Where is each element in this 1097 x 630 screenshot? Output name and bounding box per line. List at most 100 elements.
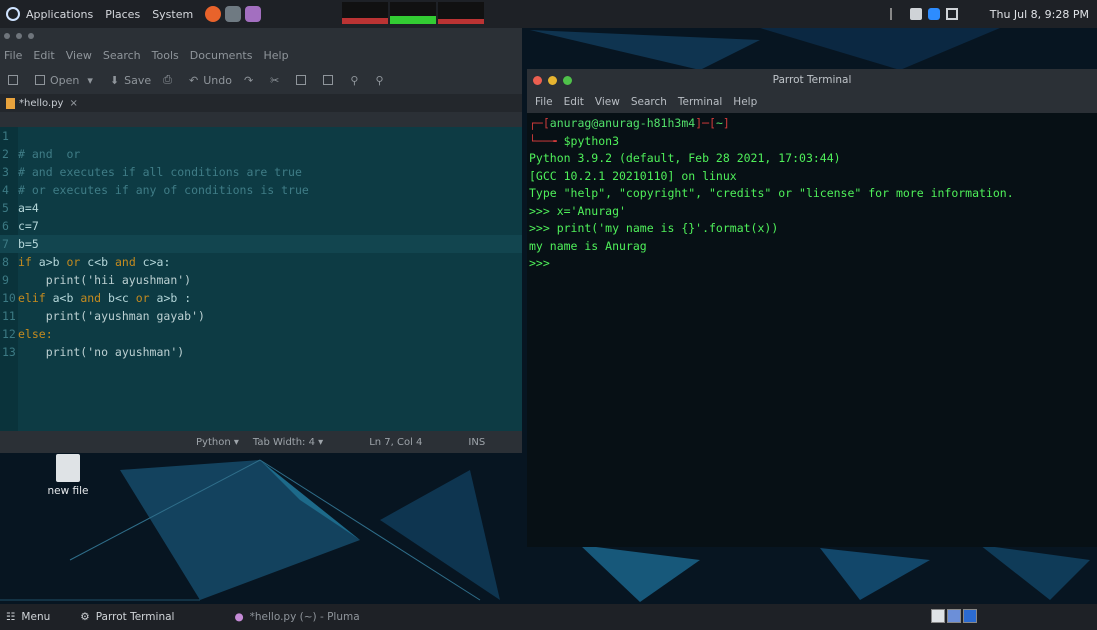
- terminal-lines: Python 3.9.2 (default, Feb 28 2021, 17:0…: [529, 150, 1095, 273]
- code-token: if: [18, 255, 32, 269]
- code-token: else:: [18, 327, 53, 341]
- terminal-line: >>>: [529, 256, 550, 270]
- applications-menu[interactable]: Applications: [26, 8, 93, 21]
- desktop-file-label: new file: [47, 485, 89, 497]
- paste-button[interactable]: [323, 75, 338, 85]
- undo-button[interactable]: ↶ Undo: [189, 74, 232, 87]
- term-menu-view[interactable]: View: [595, 96, 620, 108]
- code-editor[interactable]: 1 2 # and or 3 # and executes if all conditi…: [0, 127, 522, 431]
- terminal-titlebar[interactable]: Parrot Terminal: [527, 69, 1097, 91]
- code-token: a>b: [31, 255, 67, 269]
- taskbar-terminal[interactable]: ⚙ Parrot Terminal: [74, 611, 174, 623]
- language-selector[interactable]: Python ▾: [196, 437, 239, 448]
- clock[interactable]: Thu Jul 8, 9:28 PM: [990, 8, 1089, 21]
- menu-file[interactable]: File: [4, 49, 22, 62]
- term-menu-search[interactable]: Search: [631, 96, 667, 108]
- taskbar-pluma[interactable]: ● *hello.py (~) - Pluma: [228, 611, 359, 623]
- memory-graph: [390, 2, 436, 24]
- term-menu-file[interactable]: File: [535, 96, 553, 108]
- line-number: 12: [2, 327, 16, 341]
- save-button[interactable]: ⬇ Save: [110, 74, 151, 87]
- pluma-toolbar: Open ▾ ⬇ Save ⎙ ↶ Undo ↷ ✂ ⚲ ⚲: [0, 66, 522, 94]
- download-icon[interactable]: [889, 8, 904, 20]
- code-line: 6 c=7: [0, 217, 522, 235]
- chevron-down-icon: ▾: [318, 436, 324, 448]
- code-line: 8 if a>b or c<b and c>a:: [0, 253, 522, 271]
- terminal-task-icon: ⚙: [80, 611, 90, 623]
- code-line: 7 b=5: [0, 235, 522, 253]
- close-tab-icon[interactable]: ×: [69, 98, 77, 109]
- display-icon[interactable]: [945, 8, 958, 20]
- chevron-down-icon[interactable]: ▾: [87, 74, 93, 87]
- code-token: # and or: [18, 147, 81, 161]
- copy-button[interactable]: [296, 75, 311, 85]
- code-token: and: [80, 291, 102, 305]
- prompt-dir: ~: [715, 116, 723, 130]
- line-number: 2: [2, 147, 9, 161]
- redo-button[interactable]: ↷: [244, 74, 258, 87]
- cursor-position: Ln 7, Col 4: [369, 436, 423, 448]
- line-number: 5: [2, 201, 9, 215]
- volume-icon[interactable]: [909, 8, 922, 20]
- line-number: 4: [2, 183, 9, 197]
- code-lines: 1 2 # and or 3 # and executes if all conditi…: [0, 127, 522, 361]
- prompt-user: anurag@anurag-h81h3m4: [549, 116, 696, 130]
- print-icon: ⎙: [163, 73, 172, 86]
- tab-width-selector[interactable]: Tab Width: 4 ▾: [253, 437, 323, 448]
- minimize-icon[interactable]: [548, 75, 557, 85]
- term-menu-help[interactable]: Help: [733, 96, 757, 108]
- system-monitor: [342, 2, 484, 24]
- code-token: # or executes if any of conditions is tr…: [18, 183, 309, 197]
- code-line: 13 print('no ayushman'): [0, 343, 522, 361]
- document-tabs: *hello.py ×: [0, 94, 522, 112]
- print-button[interactable]: ⎙: [163, 73, 177, 87]
- parrot-logo-icon[interactable]: [6, 7, 20, 21]
- new-button[interactable]: [8, 75, 23, 85]
- maximize-icon[interactable]: [28, 33, 34, 39]
- workspace-3[interactable]: [963, 609, 977, 623]
- pluma-titlebar[interactable]: [0, 28, 522, 44]
- minimize-icon[interactable]: [16, 33, 22, 39]
- cpu-graph: [342, 2, 388, 24]
- code-line: 10 elif a<b and b<c or a>b :: [0, 289, 522, 307]
- close-icon[interactable]: [533, 75, 542, 85]
- code-token: a<b: [45, 291, 81, 305]
- places-menu[interactable]: Places: [105, 8, 140, 21]
- line-number: 8: [2, 255, 9, 269]
- terminal-line: my name is Anurag: [529, 238, 647, 253]
- replace-button[interactable]: ⚲: [375, 74, 388, 87]
- find-button[interactable]: ⚲: [350, 74, 363, 87]
- workspace-1[interactable]: [931, 609, 945, 623]
- settings-launcher-icon[interactable]: [245, 6, 262, 22]
- open-icon: [35, 75, 45, 85]
- terminal-output[interactable]: ┌─[anurag@anurag-h81h3m4]─[~] └──╼ $pyth…: [527, 113, 1097, 275]
- open-button[interactable]: Open ▾: [35, 74, 98, 87]
- line-number: 7: [2, 237, 9, 251]
- workspace-2[interactable]: [947, 609, 961, 623]
- open-label: Open: [50, 73, 80, 87]
- tab-hello-py[interactable]: *hello.py ×: [6, 97, 78, 109]
- cut-button[interactable]: ✂: [270, 74, 284, 87]
- menu-documents[interactable]: Documents: [190, 49, 253, 62]
- terminal-line: [GCC 10.2.1 20210110] on linux: [529, 168, 737, 183]
- close-icon[interactable]: [4, 33, 10, 39]
- terminal-launcher-icon[interactable]: [225, 6, 242, 22]
- menu-tools[interactable]: Tools: [152, 49, 179, 62]
- maximize-icon[interactable]: [563, 75, 572, 85]
- code-token: c>a:: [135, 255, 171, 269]
- find-replace-icon: ⚲: [375, 73, 384, 87]
- menu-search[interactable]: Search: [103, 49, 141, 62]
- menu-help[interactable]: Help: [263, 49, 288, 62]
- term-menu-edit[interactable]: Edit: [564, 96, 584, 108]
- menu-edit[interactable]: Edit: [33, 49, 54, 62]
- terminal-window: Parrot Terminal File Edit View Search Te…: [527, 69, 1097, 547]
- pluma-window: File Edit View Search Tools Documents He…: [0, 28, 522, 453]
- system-menu[interactable]: System: [152, 8, 193, 21]
- menu-button[interactable]: ☷ Menu: [0, 611, 50, 623]
- firefox-launcher-icon[interactable]: [205, 6, 222, 22]
- term-menu-terminal[interactable]: Terminal: [678, 96, 722, 108]
- zoom-icon[interactable]: [927, 8, 940, 20]
- desktop-file-new-file[interactable]: new file: [40, 454, 96, 497]
- menu-view[interactable]: View: [66, 49, 92, 62]
- cut-icon: ✂: [270, 73, 280, 87]
